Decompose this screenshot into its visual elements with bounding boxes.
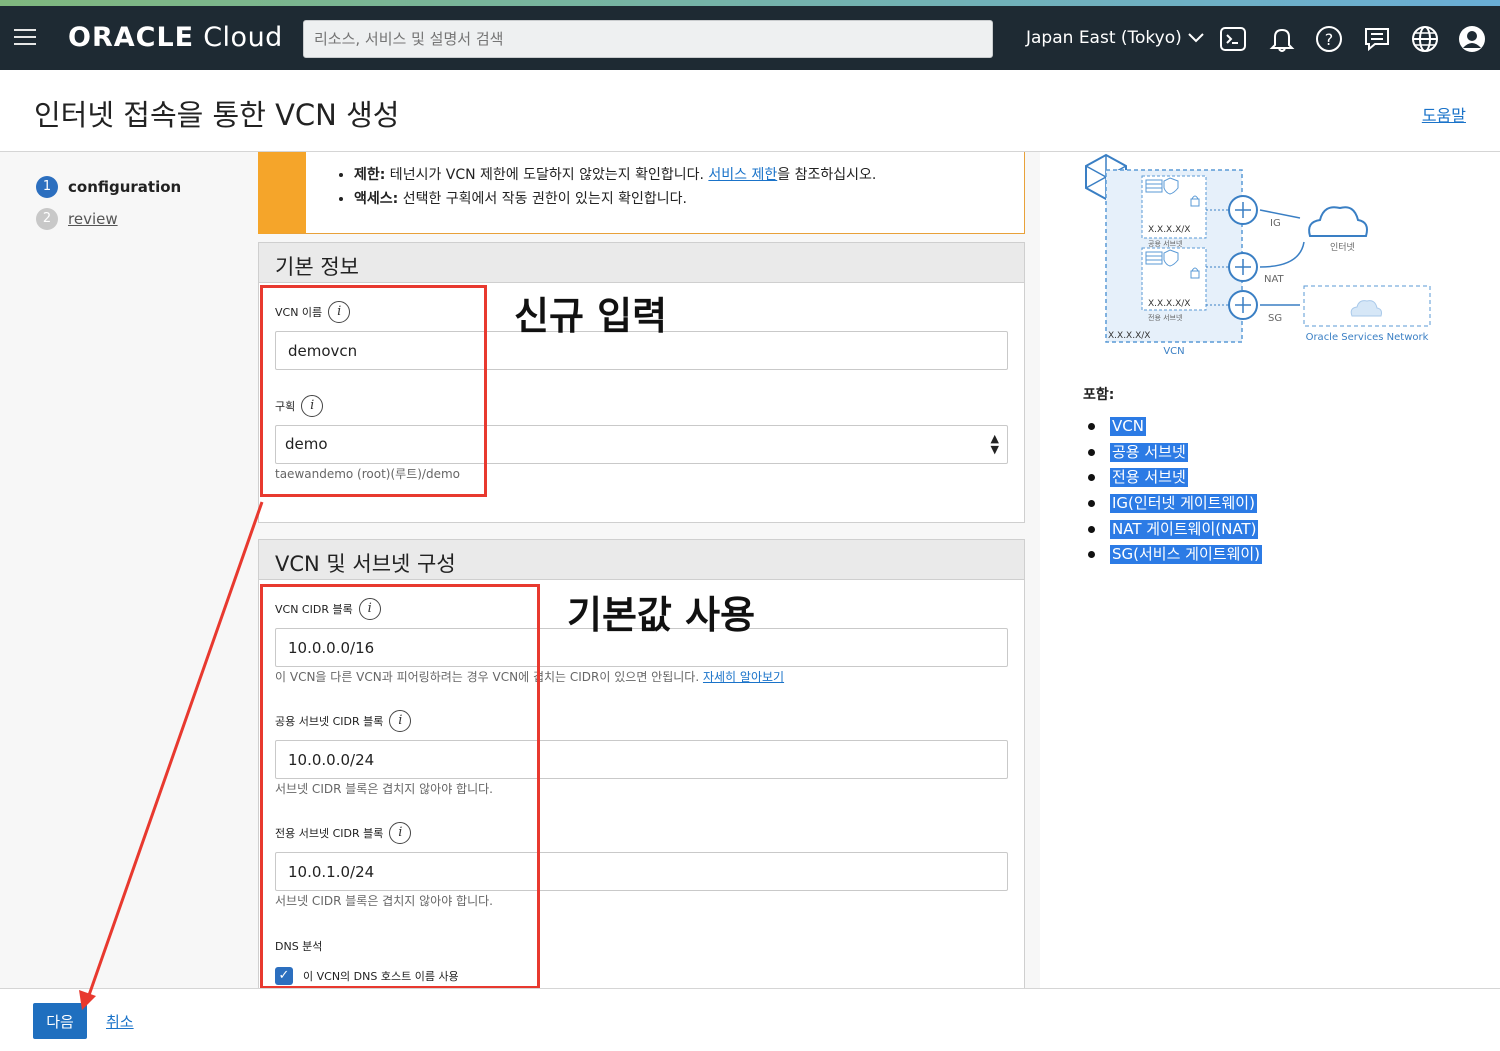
chevron-down-icon [1188, 28, 1204, 48]
vcn-architecture-diagram: X.X.X.X/X 공용 서브넷 X.X.X.X/X 전용 서브넷 X.X.X.… [1085, 153, 1431, 357]
step-label: configuration [68, 178, 182, 196]
select-arrows-icon: ▲ ▼ [990, 432, 999, 456]
diagram-ig-label: IG [1270, 218, 1281, 229]
diagram-osn-label: Oracle Services Network [1306, 332, 1429, 343]
annotation-new-input: 신규 입력 [514, 294, 668, 338]
diagram-ip-2: X.X.X.X/X [1148, 299, 1190, 309]
next-button[interactable]: 다음 [33, 1003, 87, 1039]
globe-icon[interactable] [1411, 25, 1439, 53]
cancel-link[interactable]: 취소 [106, 1011, 134, 1032]
search-input[interactable] [303, 20, 993, 58]
annotation-box-new-input [260, 285, 487, 497]
list-item: NAT 게이트웨이(NAT) [1088, 516, 1262, 542]
diagram-private-subnet-label: 전용 서브넷 [1148, 313, 1183, 322]
page-header: 인터넷 접속을 통한 VCN 생성 도움말 [0, 70, 1500, 152]
annotation-box-defaults [260, 584, 540, 989]
list-item: 공용 서브넷 [1088, 440, 1262, 466]
section-heading: 기본 정보 [259, 243, 1024, 283]
step-label: review [68, 210, 118, 228]
diagram-nat-label: NAT [1264, 274, 1285, 285]
diagram-public-subnet-label: 공용 서브넷 [1148, 239, 1183, 248]
warning-limit-item: 제한: 테넌시가 VCN 제한에 도달하지 않았는지 확인합니다. 서비스 제한… [354, 164, 876, 184]
hamburger-menu-icon[interactable] [14, 29, 36, 47]
step-configuration[interactable]: 1 configuration [36, 176, 181, 198]
annotation-use-default: 기본값 사용 [567, 593, 756, 637]
user-profile-icon[interactable] [1458, 25, 1486, 53]
learn-more-link[interactable]: 자세히 알아보기 [703, 670, 784, 684]
step-number: 2 [36, 208, 58, 230]
list-item: VCN [1088, 414, 1262, 440]
region-selector[interactable]: Japan East (Tokyo) [1026, 28, 1204, 48]
help-link[interactable]: 도움말 [1422, 102, 1466, 126]
svg-text:?: ? [1325, 30, 1334, 49]
diagram-internet-label: 인터넷 [1330, 242, 1355, 253]
list-item: 전용 서브넷 [1088, 465, 1262, 491]
cloud-shell-icon[interactable] [1219, 25, 1247, 53]
page-title: 인터넷 접속을 통한 VCN 생성 [34, 98, 400, 132]
diagram-ip-1: X.X.X.X/X [1148, 225, 1190, 235]
diagram-sg-label: SG [1268, 313, 1282, 324]
step-number: 1 [36, 176, 58, 198]
contains-list: VCN 공용 서브넷 전용 서브넷 IG(인터넷 게이트웨이) NAT 게이트웨… [1088, 414, 1263, 568]
list-item: SG(서비스 게이트웨이) [1088, 542, 1263, 568]
diagram-ip-3: X.X.X.X/X [1108, 331, 1150, 341]
oracle-cloud-logo[interactable]: ORACLE Cloud [68, 22, 283, 53]
section-heading: VCN 및 서브넷 구성 [259, 540, 1024, 580]
footer-bar: 다음 취소 [0, 988, 1500, 1051]
warning-box: 제한: 테넌시가 VCN 제한에 도달하지 않았는지 확인합니다. 서비스 제한… [258, 152, 1025, 234]
top-navigation-bar: ORACLE Cloud Japan East (Tokyo) ? [0, 6, 1500, 70]
diagram-vcn-label: VCN [1163, 346, 1184, 357]
warning-access-item: 액세스: 선택한 구획에서 작동 권한이 있는지 확인합니다. [354, 188, 876, 208]
bell-icon[interactable] [1268, 25, 1296, 53]
feedback-icon[interactable] [1363, 25, 1391, 53]
contains-heading: 포함: [1083, 387, 1115, 403]
cloud-icon [1308, 206, 1368, 237]
step-review[interactable]: 2 review [36, 208, 118, 230]
gateway-router-icon [1228, 195, 1258, 320]
list-item: IG(인터넷 게이트웨이) [1088, 491, 1262, 517]
service-limits-link[interactable]: 서비스 제한 [708, 167, 777, 183]
help-icon[interactable]: ? [1315, 25, 1343, 53]
wizard-steps-panel [0, 152, 240, 988]
